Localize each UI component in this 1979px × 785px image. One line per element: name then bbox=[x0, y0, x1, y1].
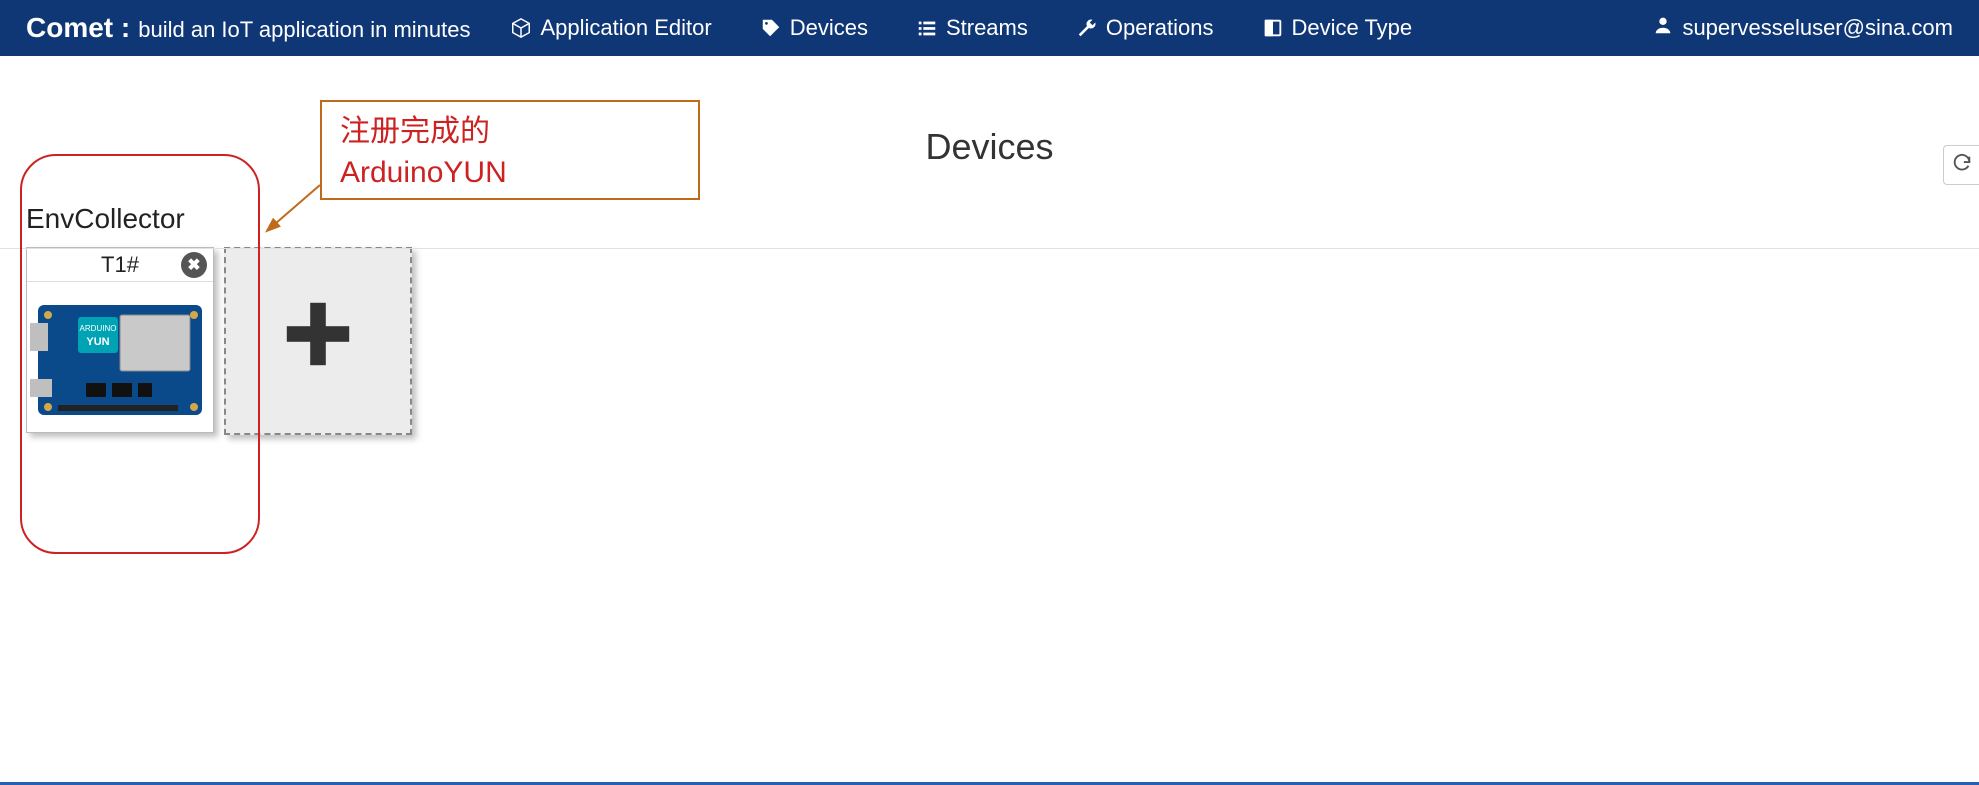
tag-icon bbox=[760, 17, 782, 39]
user-icon bbox=[1652, 14, 1674, 42]
nav-label: Devices bbox=[790, 15, 868, 41]
nav-application-editor[interactable]: Application Editor bbox=[510, 15, 711, 41]
close-icon: ✖ bbox=[187, 255, 200, 275]
content-divider bbox=[0, 248, 1979, 249]
device-group-name: EnvCollector bbox=[26, 203, 1953, 235]
device-card-titlebar: T1# ✖ bbox=[27, 248, 213, 282]
brand-name: Comet : bbox=[26, 12, 130, 44]
nav-label: Device Type bbox=[1292, 15, 1413, 41]
device-thumbnail: ARDUINO YUN bbox=[27, 282, 213, 432]
nav-devices[interactable]: Devices bbox=[760, 15, 868, 41]
top-navbar: Comet : build an IoT application in minu… bbox=[0, 0, 1979, 56]
device-card-title: T1# bbox=[101, 252, 139, 278]
user-email: supervesseluser@sina.com bbox=[1682, 15, 1953, 41]
arduino-board-icon: ARDUINO YUN bbox=[30, 287, 210, 427]
device-card-close-button[interactable]: ✖ bbox=[181, 252, 207, 278]
nav-streams[interactable]: Streams bbox=[916, 15, 1028, 41]
nav-label: Application Editor bbox=[540, 15, 711, 41]
nav-device-type[interactable]: Device Type bbox=[1262, 15, 1413, 41]
list-icon bbox=[916, 17, 938, 39]
device-card[interactable]: T1# ✖ ARDUINO YUN bbox=[26, 247, 214, 433]
annotation-text-line1: 注册完成的 bbox=[340, 112, 680, 153]
nav-label: Streams bbox=[946, 15, 1028, 41]
annotation-text-line2: ArduinoYUN bbox=[340, 153, 680, 194]
brand: Comet : build an IoT application in minu… bbox=[26, 12, 470, 44]
board-brand-text: ARDUINO bbox=[80, 324, 117, 333]
wrench-icon bbox=[1076, 17, 1098, 39]
board-model-text: YUN bbox=[86, 336, 109, 348]
brand-subtitle: build an IoT application in minutes bbox=[138, 17, 470, 43]
nav-operations[interactable]: Operations bbox=[1076, 15, 1214, 41]
content-area: EnvCollector T1# ✖ ARDUINO YUN bbox=[0, 168, 1979, 435]
nav-label: Operations bbox=[1106, 15, 1214, 41]
cube-icon bbox=[510, 17, 532, 39]
page-title: Devices bbox=[0, 126, 1979, 168]
annotation-callout-box: 注册完成的 ArduinoYUN bbox=[320, 100, 700, 200]
plus-icon bbox=[279, 295, 357, 388]
nav-items: Application Editor Devices Streams Opera… bbox=[510, 15, 1412, 41]
device-card-row: T1# ✖ ARDUINO YUN bbox=[26, 247, 1953, 435]
add-device-card[interactable] bbox=[224, 247, 412, 435]
user-menu[interactable]: supervesseluser@sina.com bbox=[1652, 14, 1953, 42]
device-type-icon bbox=[1262, 17, 1284, 39]
